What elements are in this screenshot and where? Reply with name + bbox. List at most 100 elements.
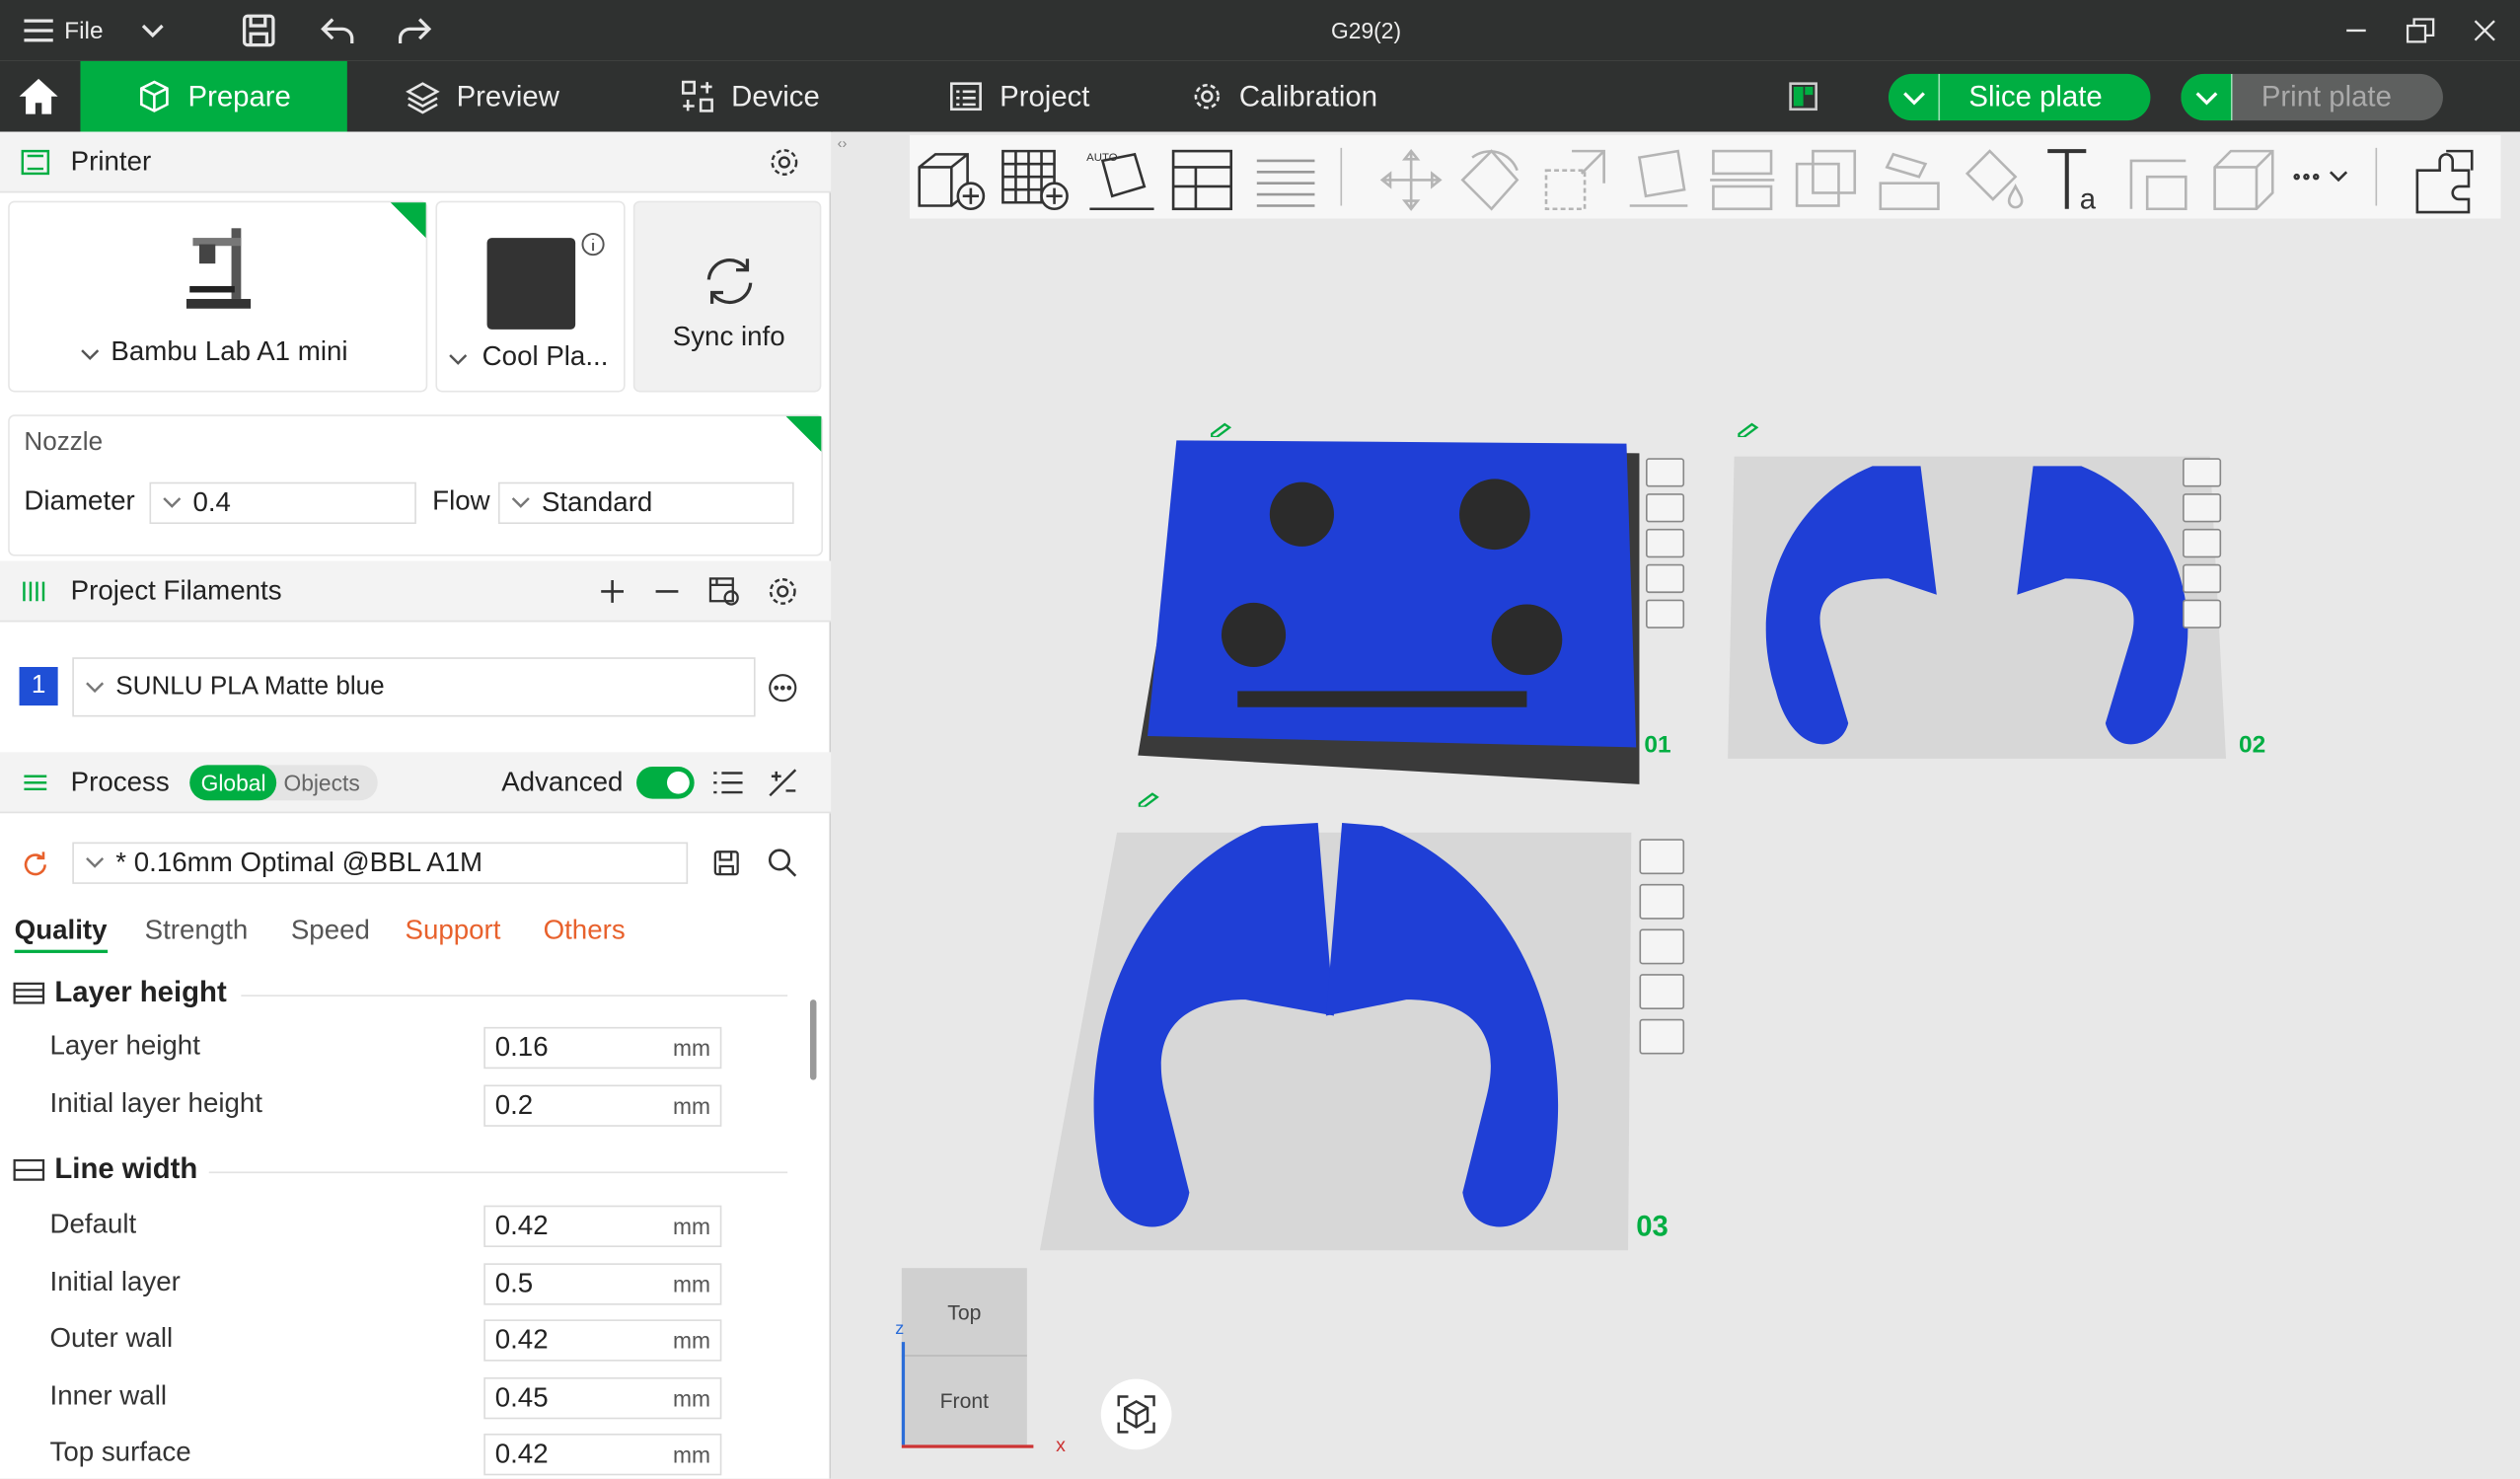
cut-tool[interactable] <box>1707 145 1775 211</box>
tab-project[interactable]: Project <box>948 61 1089 132</box>
line-width-outer-wall-input[interactable]: 0.42 mm <box>483 1319 722 1362</box>
plate-lock-icon[interactable] <box>1639 974 1685 1009</box>
line-width-inner-wall-input[interactable]: 0.45 mm <box>483 1376 722 1420</box>
settings-scrollbar[interactable] <box>809 999 817 1080</box>
menu-dropdown[interactable] <box>140 0 166 61</box>
scale-tool[interactable] <box>1539 145 1605 211</box>
plate-01-tools[interactable] <box>1645 458 1685 634</box>
advanced-toggle[interactable] <box>636 766 695 798</box>
scope-global[interactable]: Global <box>189 764 277 800</box>
plate-eye-icon[interactable] <box>2183 599 2222 629</box>
plate-02[interactable] <box>1728 450 2242 764</box>
layer-height-input[interactable]: 0.16 mm <box>483 1026 722 1070</box>
view-cube[interactable]: Top Front <box>901 1268 1027 1445</box>
plate-arrange-icon[interactable] <box>1639 883 1685 920</box>
remove-filament-icon[interactable] <box>652 576 681 605</box>
auto-orient-button[interactable]: AUTO <box>1083 145 1154 211</box>
slice-dropdown[interactable] <box>1889 73 1941 121</box>
edit-plate-name-icon[interactable] <box>1209 421 1234 438</box>
view-cube-top[interactable]: Top <box>901 1268 1027 1357</box>
add-plate-button[interactable] <box>1000 145 1069 211</box>
add-object-button[interactable] <box>913 145 986 211</box>
more-options-icon[interactable] <box>769 674 797 703</box>
filament-manager-icon[interactable] <box>707 574 743 607</box>
plate-01[interactable] <box>1125 418 1656 788</box>
plate-close-icon[interactable] <box>1645 458 1685 487</box>
seam-paint-tool[interactable] <box>2124 145 2188 211</box>
undo-button[interactable] <box>319 0 357 61</box>
line-width-initial-input[interactable]: 0.5 mm <box>483 1263 722 1305</box>
plate-arrange-icon[interactable] <box>2183 493 2222 523</box>
plate-02-tools[interactable] <box>2183 458 2222 634</box>
reset-icon[interactable] <box>20 849 52 881</box>
color-paint-tool[interactable] <box>1958 145 2024 209</box>
plate-arrange-icon[interactable] <box>1645 493 1685 523</box>
subtab-others[interactable]: Others <box>544 915 626 947</box>
plate-03-tools[interactable] <box>1639 839 1685 1061</box>
plate-settings-icon[interactable] <box>1645 528 1685 558</box>
rotate-tool[interactable] <box>1456 145 1520 211</box>
subtab-support[interactable]: Support <box>405 915 500 947</box>
print-dropdown[interactable] <box>2181 73 2233 121</box>
redo-button[interactable] <box>396 0 434 61</box>
diameter-select[interactable]: 0.4 <box>149 481 416 525</box>
restore-button[interactable] <box>2406 0 2435 61</box>
edit-plate-name-icon[interactable] <box>1736 421 1761 438</box>
layout-button[interactable] <box>1787 61 1819 132</box>
plate-settings-icon[interactable] <box>1639 928 1685 965</box>
list-icon[interactable] <box>712 768 745 796</box>
scope-toggle[interactable]: Global Objects <box>189 764 378 800</box>
process-preset-select[interactable]: * 0.16mm Optimal @BBL A1M <box>72 842 689 884</box>
save-preset-icon[interactable] <box>712 849 741 877</box>
more-tools-button[interactable] <box>2289 145 2348 209</box>
compare-icon[interactable] <box>767 766 799 798</box>
line-width-top-surface-input[interactable]: 0.42 mm <box>483 1433 722 1476</box>
plate-type-card[interactable]: Cool Pla... <box>435 200 626 393</box>
plate-lock-icon[interactable] <box>2183 563 2222 594</box>
filament-select[interactable]: SUNLU PLA Matte blue <box>72 657 756 717</box>
plate-eye-icon[interactable] <box>1645 599 1685 629</box>
plate-03[interactable] <box>1037 822 1635 1257</box>
scope-objects[interactable]: Objects <box>277 765 366 800</box>
minimize-button[interactable] <box>2343 0 2369 61</box>
view-cube-front[interactable]: Front <box>902 1357 1027 1445</box>
split-layers-button[interactable] <box>1250 145 1315 209</box>
measure-tool[interactable] <box>2208 145 2274 211</box>
lay-on-face-tool[interactable] <box>1623 145 1688 209</box>
mesh-boolean-tool[interactable] <box>1791 145 1857 209</box>
flow-select[interactable]: Standard <box>497 481 794 525</box>
plate-eye-icon[interactable] <box>1639 1018 1685 1055</box>
save-button[interactable] <box>241 0 276 61</box>
printer-card[interactable]: Bambu Lab A1 mini <box>8 200 428 393</box>
tab-calibration[interactable]: Calibration <box>1191 61 1377 132</box>
subtab-strength[interactable]: Strength <box>145 915 249 947</box>
filament-index-badge[interactable]: 1 <box>19 666 58 706</box>
plate-lock-icon[interactable] <box>1645 563 1685 594</box>
sync-info-button[interactable]: Sync info <box>632 200 822 393</box>
slice-plate-button[interactable]: Slice plate <box>1888 73 2151 121</box>
printer-settings-gear-icon[interactable] <box>769 145 801 178</box>
subtab-quality[interactable]: Quality <box>14 915 108 953</box>
add-filament-icon[interactable] <box>598 576 627 605</box>
text-tool[interactable]: a <box>2041 145 2106 216</box>
collapse-sidebar-handle[interactable]: ‹› <box>838 135 848 151</box>
plate-close-icon[interactable] <box>2183 458 2222 487</box>
filament-settings-gear-icon[interactable] <box>767 574 799 607</box>
info-icon[interactable] <box>580 232 606 258</box>
view-reset-button[interactable] <box>1100 1378 1172 1450</box>
3d-viewport[interactable] <box>832 131 2520 1479</box>
close-button[interactable] <box>2472 0 2497 61</box>
plate-settings-icon[interactable] <box>2183 528 2222 558</box>
file-menu[interactable]: File <box>23 0 104 61</box>
move-tool[interactable] <box>1375 145 1443 211</box>
plate-close-icon[interactable] <box>1639 839 1685 875</box>
home-button[interactable] <box>0 61 77 132</box>
assembly-view-button[interactable] <box>2410 145 2475 214</box>
search-icon[interactable] <box>767 847 799 879</box>
support-paint-tool[interactable] <box>1874 145 1940 211</box>
subtab-speed[interactable]: Speed <box>291 915 370 947</box>
tab-prepare[interactable]: Prepare <box>80 60 347 132</box>
arrange-button[interactable] <box>1167 145 1233 211</box>
tab-preview[interactable]: Preview <box>405 61 559 132</box>
line-width-default-input[interactable]: 0.42 mm <box>483 1205 722 1248</box>
